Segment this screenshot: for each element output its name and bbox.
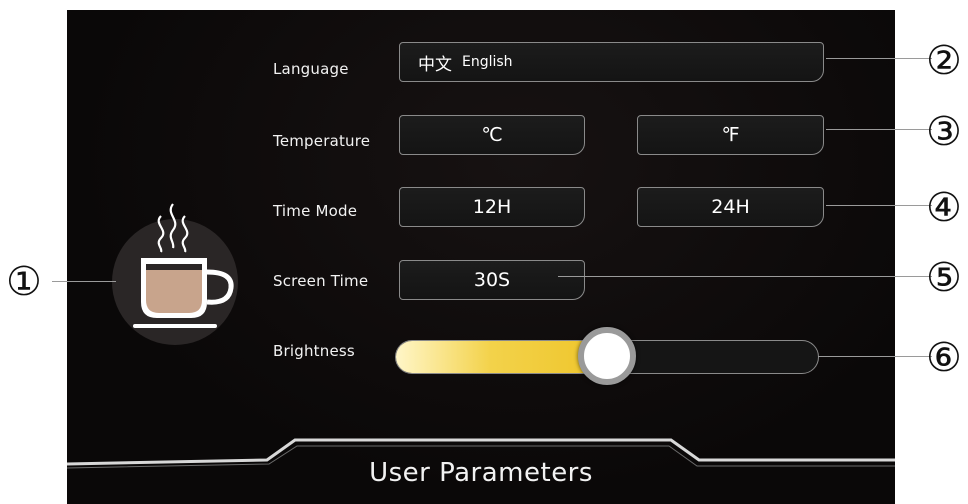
page-title: User Parameters [369,458,593,488]
callout-number-1: ① [6,259,42,305]
screen-time-button[interactable]: 30S [399,260,585,300]
callout-line-3 [826,129,932,130]
device-screen: Language 中文 English Temperature ℃ ℉ Time… [67,10,895,504]
brightness-fill [396,341,607,373]
callout-line-2 [826,58,932,59]
temperature-label: Temperature [273,132,371,150]
screen-time-label: Screen Time [273,272,369,290]
callout-number-6: ⑥ [926,335,962,381]
brightness-slider[interactable] [395,327,819,385]
language-option-chinese[interactable]: 中文 [418,50,452,75]
time-24h-button[interactable]: 24H [637,187,824,227]
time-12h-button[interactable]: 12H [399,187,585,227]
callout-number-4: ④ [926,185,962,231]
language-label: Language [273,60,349,78]
callout-line-6 [818,356,932,357]
time-mode-label: Time Mode [273,202,358,220]
callout-number-5: ⑤ [926,255,962,301]
fahrenheit-button[interactable]: ℉ [637,115,824,155]
coffee-cup-icon [112,203,238,345]
callout-line-5 [558,276,932,277]
callout-number-2: ② [926,38,962,84]
callout-line-1 [52,281,116,282]
language-option-english[interactable]: English [462,54,513,70]
brightness-slider-knob[interactable] [578,327,636,385]
celsius-button[interactable]: ℃ [399,115,585,155]
language-selector[interactable]: 中文 English [399,42,824,82]
brightness-label: Brightness [273,342,355,360]
callout-line-4 [826,205,932,206]
callout-number-3: ③ [926,109,962,155]
